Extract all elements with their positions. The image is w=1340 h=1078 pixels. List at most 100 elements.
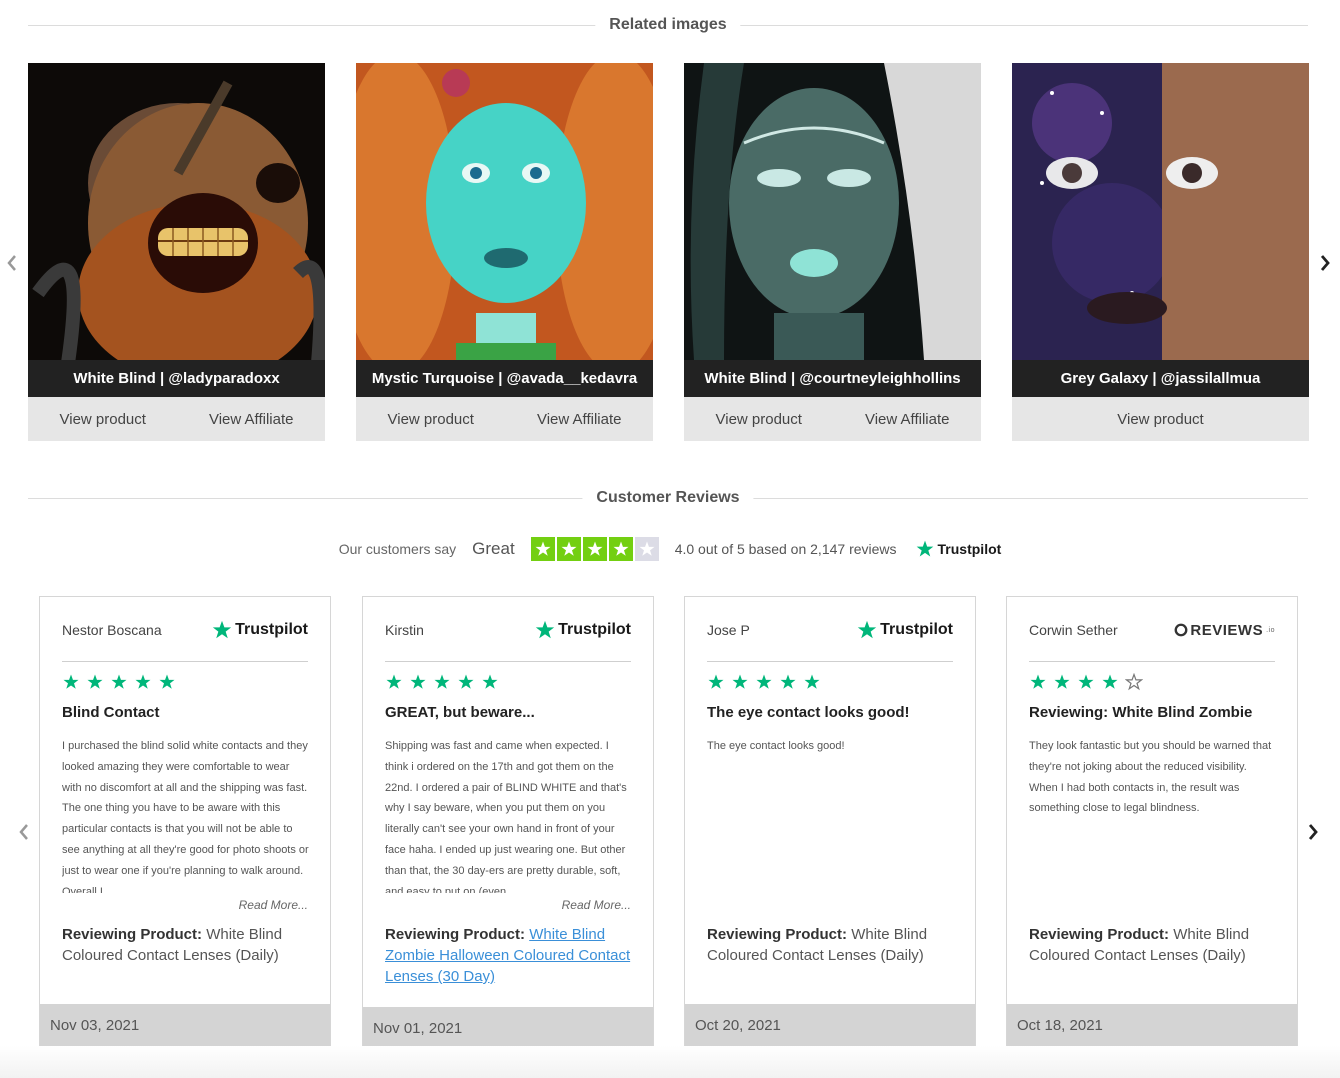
star-filled-icon	[458, 674, 474, 689]
reviewing-product-label: Reviewing Product:	[385, 926, 526, 943]
chevron-right-icon	[1320, 255, 1330, 271]
customer-reviews-heading: Customer Reviews	[28, 488, 1308, 508]
review-date: Oct 20, 2021	[685, 1004, 975, 1046]
related-image[interactable]	[684, 63, 981, 360]
read-more-link[interactable]: Read More...	[239, 898, 308, 912]
review-body: I purchased the blind solid white contac…	[62, 740, 309, 893]
review-title: Blind Contact	[62, 704, 160, 721]
star-filled-icon	[63, 674, 79, 689]
related-prev-button[interactable]	[2, 250, 22, 276]
related-actions: View product View Affiliate	[684, 397, 981, 441]
review-card: Nestor Boscana Trustpilot Blind Contact …	[39, 596, 331, 1047]
view-affiliate-link[interactable]: View Affiliate	[537, 411, 622, 428]
reviewed-product: Reviewing Product: White Blind Coloured …	[1029, 924, 1279, 966]
star-filled-icon	[159, 674, 175, 689]
star-filled-icon	[410, 674, 426, 689]
review-date: Nov 01, 2021	[363, 1007, 653, 1049]
review-source-name: REVIEWS	[1190, 621, 1264, 639]
divider	[385, 661, 631, 662]
review-source-logo: Trustpilot	[534, 619, 631, 641]
review-title: Reviewing: White Blind Zombie	[1029, 704, 1253, 721]
related-card: Grey Galaxy | @jassilallmua View product	[1012, 63, 1309, 441]
reviews-next-button[interactable]	[1303, 819, 1323, 845]
related-caption: White Blind | @ladyparadoxx	[28, 360, 325, 397]
reviewed-product: Reviewing Product: White Blind Zombie Ha…	[385, 924, 635, 987]
reviewer-name: Jose P	[707, 622, 750, 638]
rating-based-text: 4.0 out of 5 based on 2,147 reviews	[674, 541, 897, 557]
trustpilot-logo[interactable]: Trustpilot	[915, 539, 1002, 559]
view-product-link[interactable]: View product	[60, 411, 146, 428]
star-filled-icon	[1102, 674, 1118, 689]
divider	[1029, 661, 1275, 662]
related-image[interactable]	[1012, 63, 1309, 360]
review-source-name: Trustpilot	[558, 621, 631, 638]
view-product-link[interactable]: View product	[716, 411, 802, 428]
star-filled-icon	[708, 674, 724, 689]
related-caption: White Blind | @courtneyleighhollins	[684, 360, 981, 397]
review-source-name: Trustpilot	[235, 621, 308, 638]
star-filled-icon	[1054, 674, 1070, 689]
star-empty-icon	[634, 537, 659, 561]
star-filled-icon	[386, 674, 402, 689]
view-affiliate-link[interactable]: View Affiliate	[865, 411, 950, 428]
related-actions: View product	[1012, 397, 1309, 441]
review-card: Kirstin Trustpilot GREAT, but beware... …	[362, 596, 654, 1050]
trustpilot-summary[interactable]: Our customers say Great 4.0 out of 5 bas…	[0, 535, 1340, 563]
review-body: They look fantastic but you should be wa…	[1029, 740, 1272, 815]
star-filled-icon	[434, 674, 450, 689]
related-card: White Blind | @ladyparadoxx View product…	[28, 63, 325, 441]
view-affiliate-link[interactable]: View Affiliate	[209, 411, 294, 428]
review-title: The eye contact looks good!	[707, 704, 910, 721]
trustpilot-wordmark: Trustpilot	[937, 541, 1002, 557]
rating-word: Great	[472, 539, 515, 558]
star-filled-icon	[1030, 674, 1046, 689]
divider	[707, 661, 953, 662]
related-actions: View product View Affiliate	[28, 397, 325, 441]
review-title: GREAT, but beware...	[385, 704, 535, 721]
star-filled-icon	[780, 674, 796, 689]
star-filled-icon	[804, 674, 820, 689]
related-caption: Grey Galaxy | @jassilallmua	[1012, 360, 1309, 397]
view-product-link[interactable]: View product	[388, 411, 474, 428]
reviewed-product: Reviewing Product: White Blind Coloured …	[62, 924, 312, 966]
divider	[62, 661, 308, 662]
customers-say-label: Our customers say	[338, 541, 457, 557]
star-filled-icon	[1078, 674, 1094, 689]
view-product-link[interactable]: View product	[1117, 411, 1203, 428]
related-actions: View product View Affiliate	[356, 397, 653, 441]
star-filled-icon	[556, 537, 581, 561]
related-image[interactable]	[356, 63, 653, 360]
section-title: Customer Reviews	[582, 488, 754, 508]
review-body: The eye contact looks good!	[707, 740, 845, 752]
section-title: Related images	[595, 15, 741, 35]
star-filled-icon	[756, 674, 772, 689]
reviewer-name: Nestor Boscana	[62, 622, 162, 638]
related-image[interactable]	[28, 63, 325, 360]
related-card: White Blind | @courtneyleighhollins View…	[684, 63, 981, 441]
review-stars	[62, 673, 176, 691]
review-body: Shipping was fast and came when expected…	[385, 740, 627, 893]
reviewing-product-label: Reviewing Product:	[707, 926, 848, 943]
review-card: Corwin Sether REVIEWS .io Reviewing: Whit…	[1006, 596, 1298, 1047]
star-filled-icon	[87, 674, 103, 689]
review-source-name: Trustpilot	[880, 621, 953, 638]
review-card: Jose P Trustpilot The eye contact looks …	[684, 596, 976, 1047]
reviewed-product: Reviewing Product: White Blind Coloured …	[707, 924, 957, 966]
related-caption: Mystic Turquoise | @avada__kedavra	[356, 360, 653, 397]
trustpilot-star-icon	[857, 620, 877, 639]
review-source-logo: Trustpilot	[856, 619, 953, 641]
related-next-button[interactable]	[1315, 250, 1335, 276]
reviewing-product-label: Reviewing Product:	[62, 926, 203, 943]
reviews-io-icon	[1174, 623, 1188, 637]
star-filled-icon	[608, 537, 633, 561]
star-filled-icon	[582, 537, 607, 561]
chevron-left-icon	[19, 824, 28, 840]
star-filled-icon	[135, 674, 151, 689]
review-source-logo: REVIEWS .io	[1174, 622, 1275, 639]
related-card: Mystic Turquoise | @avada__kedavra View …	[356, 63, 653, 441]
star-empty-icon	[1125, 673, 1143, 691]
read-more-link[interactable]: Read More...	[562, 898, 631, 912]
reviewer-name: Kirstin	[385, 622, 424, 638]
reviews-prev-button[interactable]	[14, 819, 34, 845]
trustpilot-star-icon	[535, 620, 555, 639]
